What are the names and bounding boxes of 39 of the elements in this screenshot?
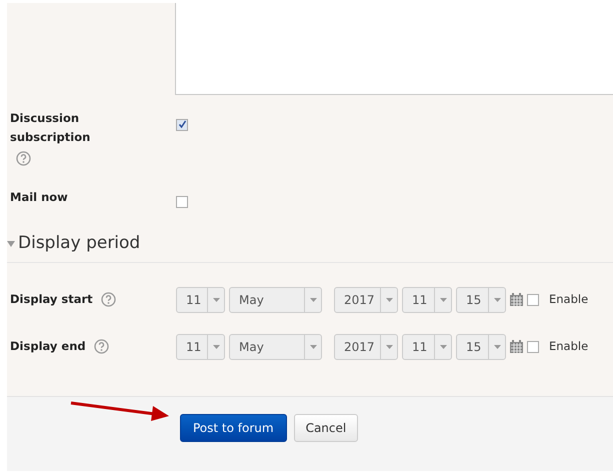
checkbox[interactable] <box>176 118 188 130</box>
caret-icon <box>212 298 220 302</box>
dropdown[interactable]: 15 <box>456 286 506 312</box>
calendar-icon[interactable] <box>510 293 523 306</box>
checkbox[interactable] <box>527 340 539 352</box>
field-label: Discussion subscription <box>10 110 92 146</box>
dropdown[interactable]: 15 <box>456 334 506 360</box>
caret-icon <box>386 344 392 348</box>
dropdown[interactable]: 2017 <box>334 286 398 312</box>
dropdown[interactable]: 11 <box>176 286 225 312</box>
caret-icon <box>310 298 316 302</box>
caret-icon <box>310 344 316 348</box>
caret-icon <box>212 344 220 348</box>
caret-icon <box>386 298 392 302</box>
enable-label: Enable <box>549 338 588 355</box>
dropdown[interactable]: 2017 <box>334 334 398 360</box>
field-label: Display end <box>10 338 86 355</box>
dropdown[interactable]: May <box>229 334 322 360</box>
help-icon[interactable] <box>94 339 109 354</box>
post-button[interactable]: Post to forum <box>180 414 287 442</box>
field-label: Mail now <box>10 189 69 206</box>
enable-label: Enable <box>549 290 588 308</box>
checkbox[interactable] <box>176 196 188 208</box>
checkbox[interactable] <box>527 294 539 306</box>
dropdown[interactable]: May <box>229 286 322 312</box>
caret-icon <box>494 298 500 302</box>
collapse-triangle-icon[interactable] <box>7 240 15 247</box>
section-heading[interactable]: Display period <box>18 231 140 256</box>
caret-icon <box>494 344 500 348</box>
help-icon[interactable] <box>16 151 31 166</box>
caret-icon <box>440 344 446 348</box>
caret-icon <box>440 298 446 302</box>
dropdown[interactable]: 11 <box>176 334 225 360</box>
field-label: Display start <box>10 290 93 308</box>
help-icon[interactable] <box>100 292 116 307</box>
calendar-icon[interactable] <box>510 340 523 353</box>
cancel-button[interactable]: Cancel <box>294 414 358 442</box>
dropdown[interactable]: 11 <box>402 286 452 312</box>
dropdown[interactable]: 11 <box>402 334 452 360</box>
